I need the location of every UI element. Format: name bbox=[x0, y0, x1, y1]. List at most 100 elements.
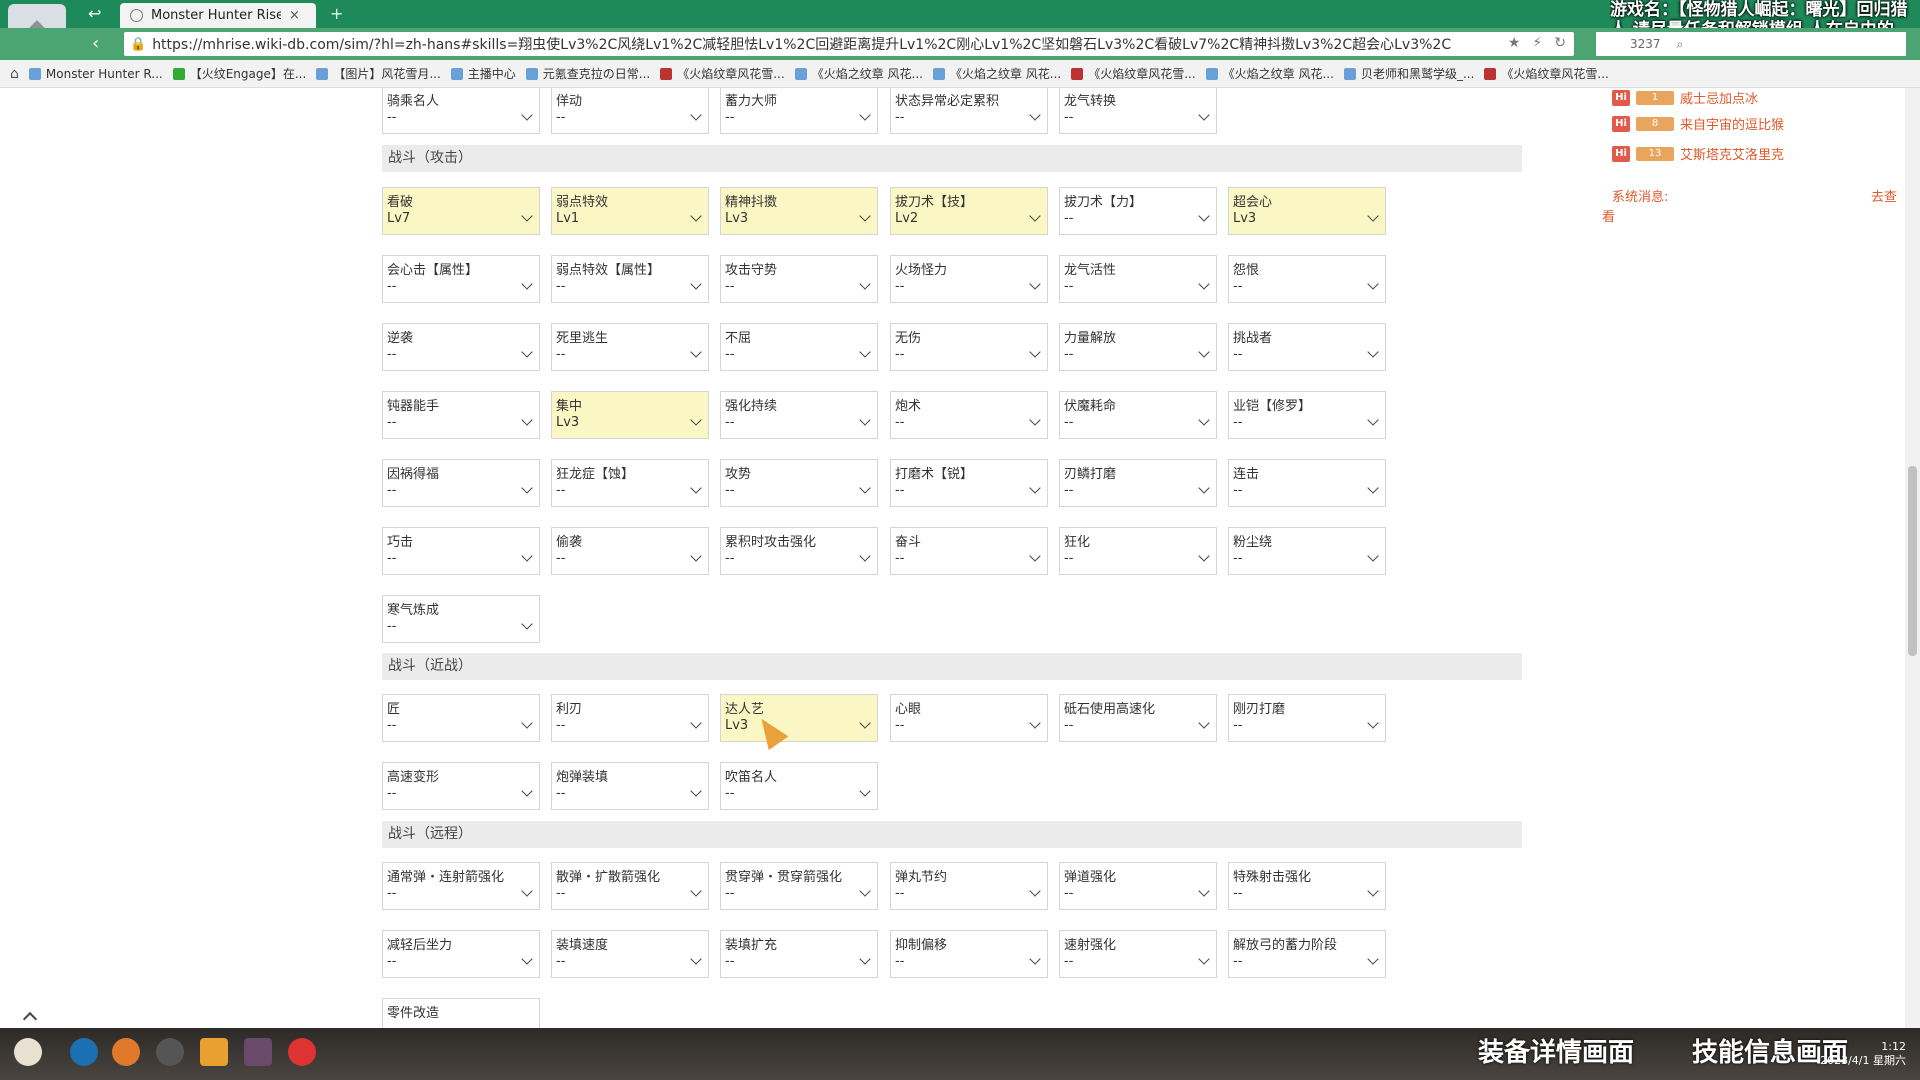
skill-select[interactable]: 弹丸节约 -- bbox=[890, 862, 1048, 910]
skill-select[interactable]: 刃鳞打磨 -- bbox=[1059, 459, 1217, 507]
bookmark-item[interactable]: 贝老师和黑鹫学级_... bbox=[1343, 65, 1474, 82]
chat-username[interactable]: 威士忌加点冰 bbox=[1680, 88, 1758, 107]
skill-select[interactable]: 弹道强化 -- bbox=[1059, 862, 1217, 910]
app-icon[interactable] bbox=[244, 1038, 272, 1066]
skill-select[interactable]: 弱点特效 Lv1 bbox=[551, 187, 709, 235]
bookmark-item[interactable]: 《火焰纹章风花雪... bbox=[1071, 65, 1196, 82]
reload-icon[interactable]: ↻ bbox=[1554, 35, 1566, 51]
bookmark-item[interactable]: 《火焰之纹章 风花... bbox=[932, 65, 1061, 82]
system-go-link[interactable]: 去查 bbox=[1871, 186, 1897, 205]
system-view-link[interactable]: 看 bbox=[1602, 206, 1615, 225]
app-icon[interactable] bbox=[200, 1038, 228, 1066]
skill-select[interactable]: 拔刀术【力】 -- bbox=[1059, 187, 1217, 235]
skill-select[interactable]: 力量解放 -- bbox=[1059, 323, 1217, 371]
skill-select[interactable]: 连击 -- bbox=[1228, 459, 1386, 507]
page-scrollbar[interactable] bbox=[1905, 88, 1920, 1028]
bookmark-item[interactable]: 《火焰纹章风花雪... bbox=[660, 65, 785, 82]
skill-select[interactable]: 强化持续 -- bbox=[720, 391, 878, 439]
skill-select[interactable]: 死里逃生 -- bbox=[551, 323, 709, 371]
skill-select[interactable]: 偷袭 -- bbox=[551, 527, 709, 575]
skill-select[interactable]: 抑制偏移 -- bbox=[890, 930, 1048, 978]
scrollbar-thumb[interactable] bbox=[1908, 466, 1917, 656]
skill-select[interactable]: 炮术 -- bbox=[890, 391, 1048, 439]
scroll-to-top-button[interactable] bbox=[10, 1003, 50, 1029]
music-icon[interactable] bbox=[288, 1038, 316, 1066]
tab-close-button[interactable]: × bbox=[289, 8, 300, 23]
history-back-icon[interactable]: ↩ bbox=[88, 4, 101, 23]
skill-select[interactable]: 狂龙症【蚀】 -- bbox=[551, 459, 709, 507]
bookmark-item[interactable]: 【火纹Engage】在... bbox=[172, 65, 306, 82]
skill-select[interactable]: 速射强化 -- bbox=[1059, 930, 1217, 978]
back-arrow-icon[interactable]: ‹ bbox=[92, 33, 99, 54]
skill-select[interactable]: 吹笛名人 -- bbox=[720, 762, 878, 810]
skill-select[interactable]: 装填扩充 -- bbox=[720, 930, 878, 978]
star-icon[interactable]: ★ bbox=[1508, 35, 1521, 51]
skill-select[interactable]: 心眼 -- bbox=[890, 694, 1048, 742]
skill-select[interactable]: 怨恨 -- bbox=[1228, 255, 1386, 303]
skill-select[interactable]: 火场怪力 -- bbox=[890, 255, 1048, 303]
search-icon[interactable]: ⌕ bbox=[1677, 37, 1684, 52]
skill-select[interactable]: 龙气转换 -- bbox=[1059, 88, 1217, 134]
skill-select[interactable]: 散弹・扩散箭强化 -- bbox=[551, 862, 709, 910]
skill-select[interactable]: 钝器能手 -- bbox=[382, 391, 540, 439]
skill-select[interactable]: 龙气活性 -- bbox=[1059, 255, 1217, 303]
skill-select[interactable]: 挑战者 -- bbox=[1228, 323, 1386, 371]
skill-select[interactable]: 不屈 -- bbox=[720, 323, 878, 371]
skill-select[interactable]: 解放弓的蓄力阶段 -- bbox=[1228, 930, 1386, 978]
skill-select[interactable]: 状态异常必定累积 -- bbox=[890, 88, 1048, 134]
search-input[interactable]: 3237 ⌕ bbox=[1596, 32, 1906, 56]
skill-select[interactable]: 狂化 -- bbox=[1059, 527, 1217, 575]
skill-select[interactable]: 蓄力大师 -- bbox=[720, 88, 878, 134]
skill-select[interactable]: 会心击【属性】 -- bbox=[382, 255, 540, 303]
skill-select[interactable]: 超会心 Lv3 bbox=[1228, 187, 1386, 235]
skill-select[interactable]: 逆袭 -- bbox=[382, 323, 540, 371]
skill-select[interactable]: 业铠【修罗】 -- bbox=[1228, 391, 1386, 439]
skill-select[interactable]: 攻击守势 -- bbox=[720, 255, 878, 303]
skill-select[interactable]: 寒气炼成 -- bbox=[382, 595, 540, 643]
skill-select[interactable]: 伏魔耗命 -- bbox=[1059, 391, 1217, 439]
skill-select[interactable]: 因祸得福 -- bbox=[382, 459, 540, 507]
skill-select[interactable]: 贯穿弹・贯穿箭强化 -- bbox=[720, 862, 878, 910]
chat-username[interactable]: 来自宇宙的逗比猴 bbox=[1680, 114, 1784, 133]
home-icon[interactable]: ⌂ bbox=[10, 66, 19, 82]
skill-select[interactable]: 装填速度 -- bbox=[551, 930, 709, 978]
bookmark-item[interactable]: 【图片】风花雪月... bbox=[316, 65, 441, 82]
skill-select[interactable]: 炮弹装填 -- bbox=[551, 762, 709, 810]
skill-select[interactable]: 累积时攻击强化 -- bbox=[720, 527, 878, 575]
skill-select[interactable]: 看破 Lv7 bbox=[382, 187, 540, 235]
skill-select[interactable]: 佯动 -- bbox=[551, 88, 709, 134]
chat-username[interactable]: 艾斯塔克艾洛里克 bbox=[1680, 144, 1784, 163]
app-icon[interactable] bbox=[70, 1038, 98, 1066]
bookmark-item[interactable]: 主播中心 bbox=[450, 65, 516, 82]
skill-select[interactable]: 利刃 -- bbox=[551, 694, 709, 742]
skill-select[interactable]: 攻势 -- bbox=[720, 459, 878, 507]
skill-select[interactable]: 匠 -- bbox=[382, 694, 540, 742]
app-icon[interactable] bbox=[14, 1038, 42, 1066]
bookmark-item[interactable]: 元氪查克拉の日常... bbox=[525, 65, 650, 82]
new-tab-button[interactable]: + bbox=[330, 4, 343, 23]
skill-select[interactable]: 打磨术【锐】 -- bbox=[890, 459, 1048, 507]
bookmark-item[interactable]: 《火焰纹章风花雪... bbox=[1484, 65, 1609, 82]
skill-select[interactable]: 骑乘名人 -- bbox=[382, 88, 540, 134]
skill-select[interactable]: 精神抖擞 Lv3 bbox=[720, 187, 878, 235]
bookmark-item[interactable]: 《火焰之纹章 风花... bbox=[1205, 65, 1334, 82]
lightning-icon[interactable]: ⚡ bbox=[1532, 35, 1542, 51]
skill-select[interactable]: 巧击 -- bbox=[382, 527, 540, 575]
obs-icon[interactable] bbox=[156, 1038, 184, 1066]
app-icon[interactable] bbox=[112, 1038, 140, 1066]
bookmark-item[interactable]: 《火焰之纹章 风花... bbox=[794, 65, 923, 82]
skill-select[interactable]: 集中 Lv3 bbox=[551, 391, 709, 439]
skill-select[interactable]: 减轻后坐力 -- bbox=[382, 930, 540, 978]
skill-select[interactable]: 弱点特效【属性】 -- bbox=[551, 255, 709, 303]
skill-select[interactable]: 零件改造 bbox=[382, 998, 540, 1028]
skill-select[interactable]: 刚刃打磨 -- bbox=[1228, 694, 1386, 742]
skill-select[interactable]: 砥石使用高速化 -- bbox=[1059, 694, 1217, 742]
bookmark-item[interactable]: Monster Hunter R... bbox=[28, 67, 163, 81]
skill-select[interactable]: 拔刀术【技】 Lv2 bbox=[890, 187, 1048, 235]
skill-select[interactable]: 奋斗 -- bbox=[890, 527, 1048, 575]
skill-select[interactable]: 特殊射击强化 -- bbox=[1228, 862, 1386, 910]
url-input[interactable]: 🔒 https://mhrise.wiki-db.com/sim/?hl=zh-… bbox=[124, 32, 1574, 56]
skill-select[interactable]: 高速变形 -- bbox=[382, 762, 540, 810]
skill-select[interactable]: 达人艺 Lv3 bbox=[720, 694, 878, 742]
skill-select[interactable]: 无伤 -- bbox=[890, 323, 1048, 371]
